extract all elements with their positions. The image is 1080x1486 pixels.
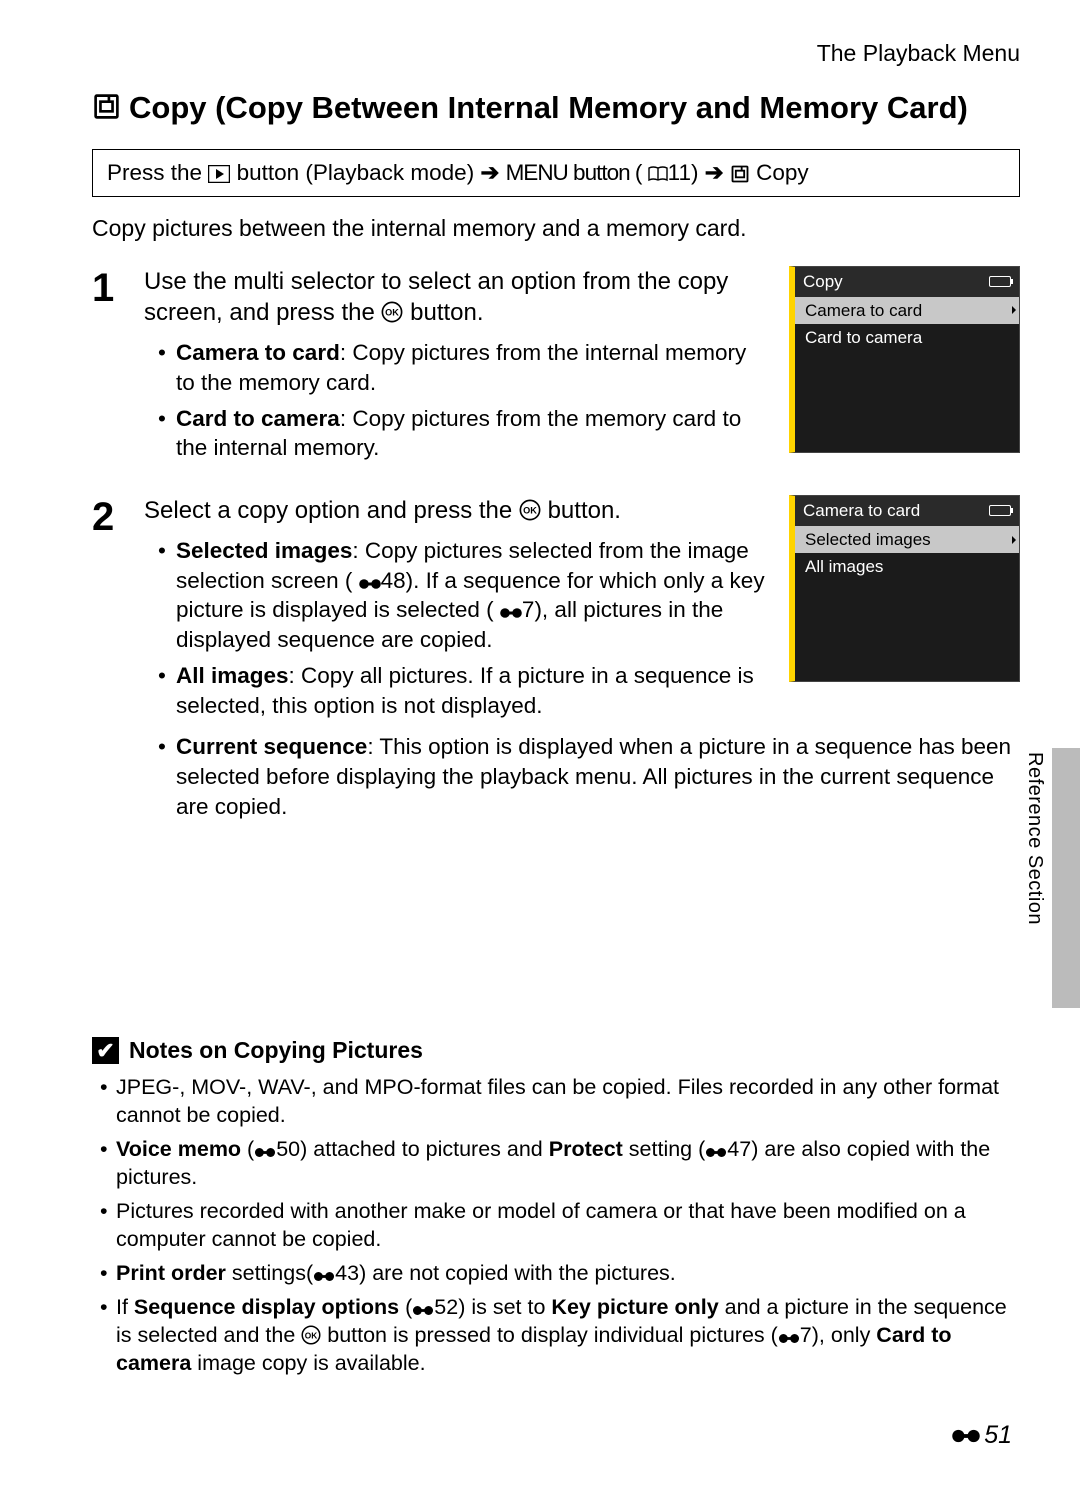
bullet: Camera to card: Copy pictures from the i… xyxy=(158,338,765,397)
page-number: 51 xyxy=(952,1421,1012,1450)
page-title-text: Copy (Copy Between Internal Memory and M… xyxy=(129,89,968,128)
bullet: Current sequence: This option is display… xyxy=(158,732,1020,821)
bullet: Selected images: Copy pictures selected … xyxy=(158,536,765,655)
menu-item: All images xyxy=(795,553,1019,581)
step-number: 1 xyxy=(92,266,128,469)
ref-icon xyxy=(500,606,522,620)
note-item: JPEG-, MOV-, WAV-, and MPO-format files … xyxy=(98,1074,1020,1130)
menu-item: Selected images xyxy=(795,526,1019,554)
notes-list: JPEG-, MOV-, WAV-, and MPO-format files … xyxy=(98,1074,1020,1377)
step-number: 2 xyxy=(92,495,128,827)
intro-text: Copy pictures between the internal memor… xyxy=(92,215,1020,242)
menu-screenshot-camera-to-card: Camera to card Selected images All image… xyxy=(789,495,1020,682)
breadcrumb-nav: Press the button (Playback mode) ➔ MENU … xyxy=(92,149,1020,197)
side-tab xyxy=(1052,748,1080,1008)
svg-text:OK: OK xyxy=(386,308,400,318)
step-heading: Use the multi selector to select an opti… xyxy=(144,266,765,328)
menu-item: Card to camera xyxy=(795,324,1019,352)
step-heading: Select a copy option and press the OK bu… xyxy=(144,495,765,526)
ref-icon xyxy=(705,1146,727,1159)
note-item: If Sequence display options (52) is set … xyxy=(98,1294,1020,1378)
note-item: Print order settings(43) are not copied … xyxy=(98,1260,1020,1288)
svg-text:OK: OK xyxy=(305,1330,318,1340)
menu-item: Camera to card xyxy=(795,297,1019,325)
ref-icon xyxy=(412,1304,434,1317)
note-item: Pictures recorded with another make or m… xyxy=(98,1198,1020,1254)
ref-icon xyxy=(778,1332,800,1345)
section-header: The Playback Menu xyxy=(92,40,1020,67)
bullet: All images: Copy all pictures. If a pict… xyxy=(158,661,765,720)
step-2: 2 Select a copy option and press the OK … xyxy=(92,495,1020,827)
ok-icon: OK xyxy=(381,301,403,323)
book-icon xyxy=(648,166,668,182)
step-1: 1 Use the multi selector to select an op… xyxy=(92,266,1020,469)
menu-title: Camera to card xyxy=(803,499,920,523)
copy-glyph-icon xyxy=(92,92,121,131)
page-title: Copy (Copy Between Internal Memory and M… xyxy=(92,89,1020,131)
menu-title: Copy xyxy=(803,270,843,294)
ok-icon: OK xyxy=(301,1325,321,1345)
svg-text:OK: OK xyxy=(523,506,537,516)
check-icon: ✔ xyxy=(92,1037,119,1064)
ref-icon xyxy=(313,1270,335,1283)
play-icon xyxy=(208,165,230,183)
ok-icon: OK xyxy=(519,499,541,521)
copy-glyph-icon xyxy=(730,164,750,184)
side-label: Reference Section xyxy=(1023,752,1046,925)
ref-icon xyxy=(254,1146,276,1159)
note-item: Voice memo (50) attached to pictures and… xyxy=(98,1136,1020,1192)
ref-icon xyxy=(952,1427,980,1445)
battery-icon xyxy=(989,276,1011,287)
menu-screenshot-copy: Copy Camera to card Card to camera xyxy=(789,266,1020,453)
bullet: Card to camera: Copy pictures from the m… xyxy=(158,404,765,463)
notes-heading: ✔ Notes on Copying Pictures xyxy=(92,1037,1020,1064)
ref-icon xyxy=(359,577,381,591)
battery-icon xyxy=(989,505,1011,516)
